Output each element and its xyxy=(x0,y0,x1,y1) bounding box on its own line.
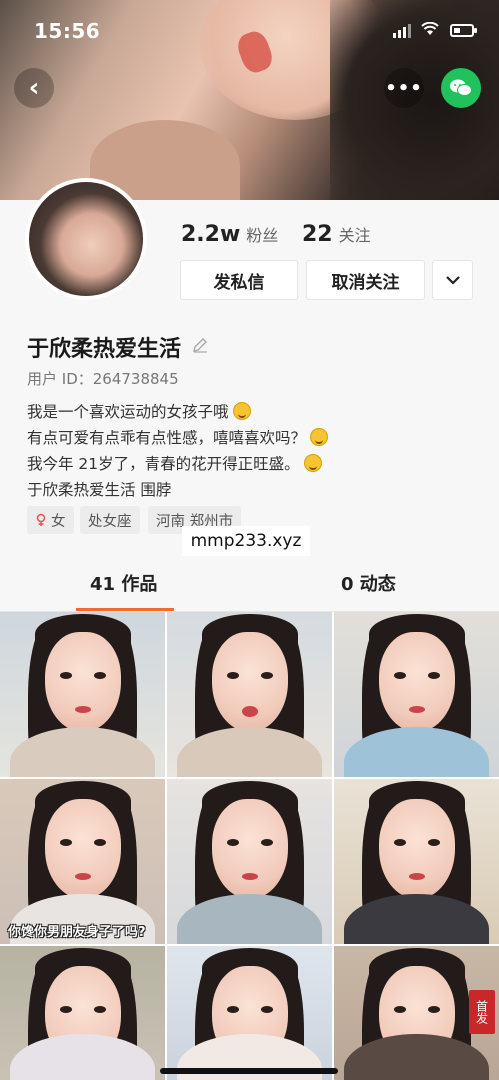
fans-label: 粉丝 xyxy=(246,226,279,245)
bio-line-4: 于欣柔热爱生活 围脖 xyxy=(27,478,171,500)
unfollow-button[interactable]: 取消关注 xyxy=(306,260,425,300)
pencil-icon[interactable] xyxy=(191,336,209,359)
video-thumbnail[interactable] xyxy=(167,946,332,1080)
first-release-badge: 首发 xyxy=(469,990,495,1034)
status-bar: 15:56 xyxy=(0,0,499,60)
name-row: 于欣柔热爱生活 xyxy=(27,331,209,363)
home-indicator[interactable] xyxy=(160,1068,338,1074)
bio-text-4: 于欣柔热爱生活 围脖 xyxy=(27,481,172,499)
zodiac-tag-label: 处女座 xyxy=(88,513,132,530)
bio-text-1: 我是一个喜欢运动的女孩子哦 xyxy=(27,403,229,421)
status-time: 15:56 xyxy=(34,19,101,43)
bio-text-3: 我今年 21岁了，青春的花开得正旺盛。 xyxy=(27,455,300,473)
profile-name: 于欣柔热爱生活 xyxy=(27,337,182,362)
more-button[interactable]: ••• xyxy=(384,68,424,108)
female-icon xyxy=(36,513,46,526)
video-caption: 你馋你男朋友身子了吗? xyxy=(8,925,146,940)
following-count: 22 xyxy=(302,222,333,247)
content-tabs: 41 作品 0 动态 xyxy=(0,556,499,612)
gender-tag: 女 xyxy=(27,506,74,534)
avatar[interactable] xyxy=(25,178,147,300)
more-options-button[interactable] xyxy=(432,260,473,300)
grin-emoji-icon xyxy=(303,454,322,472)
cellular-signal-icon xyxy=(393,24,411,38)
tab-dynamics[interactable]: 0 动态 xyxy=(341,570,396,596)
bio-line-1: 我是一个喜欢运动的女孩子哦 xyxy=(27,400,251,422)
smile-emoji-icon xyxy=(232,402,251,420)
send-message-button[interactable]: 发私信 xyxy=(180,260,298,300)
watermark-overlay: mmp233.xyz xyxy=(182,526,310,556)
video-grid: 你馋你男朋友身子了吗? 首发 xyxy=(0,612,499,1080)
back-icon: ‹ xyxy=(28,73,40,103)
video-thumbnail[interactable] xyxy=(0,946,165,1080)
video-thumbnail[interactable] xyxy=(0,612,165,777)
zodiac-tag: 处女座 xyxy=(80,506,140,534)
video-thumbnail[interactable]: 首发 xyxy=(334,946,499,1080)
fans-count: 2.2w xyxy=(181,222,241,247)
back-button[interactable]: ‹ xyxy=(14,68,54,108)
video-thumbnail[interactable] xyxy=(334,779,499,944)
bio-text-2: 有点可爱有点乖有点性感，嘻嘻喜欢吗？ xyxy=(27,429,307,447)
bio-line-2: 有点可爱有点乖有点性感，嘻嘻喜欢吗？ xyxy=(27,426,329,448)
wifi-icon xyxy=(421,21,439,40)
following-stat[interactable]: 22 关注 xyxy=(302,222,371,247)
active-tab-indicator xyxy=(76,608,174,611)
wechat-share-button[interactable] xyxy=(441,68,481,108)
tab-works[interactable]: 41 作品 xyxy=(90,570,157,596)
video-thumbnail[interactable] xyxy=(167,779,332,944)
battery-icon xyxy=(450,24,477,37)
video-thumbnail[interactable] xyxy=(334,612,499,777)
bio-line-3: 我今年 21岁了，青春的花开得正旺盛。 xyxy=(27,452,322,474)
video-thumbnail[interactable]: 你馋你男朋友身子了吗? xyxy=(0,779,165,944)
wechat-icon xyxy=(450,79,472,96)
grin-emoji-icon xyxy=(310,428,329,446)
fans-stat[interactable]: 2.2w 粉丝 xyxy=(181,222,278,247)
following-label: 关注 xyxy=(338,226,371,245)
user-id: 用户 ID：264738845 xyxy=(27,370,179,388)
chevron-down-icon xyxy=(445,276,460,285)
more-icon: ••• xyxy=(385,77,423,99)
gender-tag-label: 女 xyxy=(51,513,66,530)
video-thumbnail[interactable] xyxy=(167,612,332,777)
